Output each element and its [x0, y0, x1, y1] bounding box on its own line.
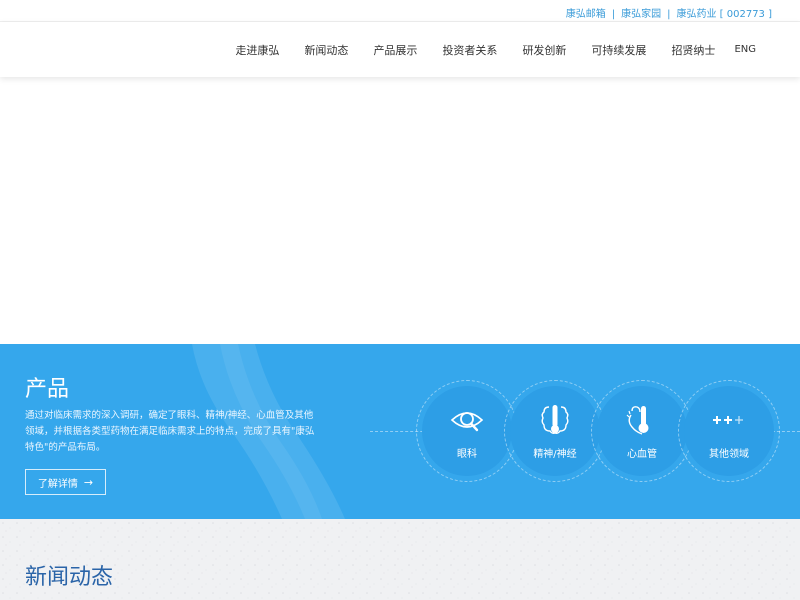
category-circle: 其他领域: [684, 386, 774, 476]
category-label: 精神/神经: [533, 448, 577, 460]
product-description: 通过对临床需求的深入调研，确定了眼科、精神/神经、心血管及其他领域，并根据各类型…: [25, 410, 315, 453]
top-links: 康弘邮箱 | 康弘家园 | 康弘药业 [ 002773 ]: [566, 5, 772, 20]
nav-item-investors[interactable]: 投资者关系: [442, 42, 497, 58]
news-title: 新闻动态: [25, 565, 114, 590]
nav-item-research[interactable]: 研发创新: [522, 42, 566, 58]
stock-link[interactable]: 康弘药业 [ 002773 ]: [676, 9, 772, 20]
nav-item-sustainability[interactable]: 可持续发展: [591, 42, 646, 58]
language-switch[interactable]: ENG: [734, 44, 756, 55]
heart-thermometer-icon: [625, 403, 659, 437]
nav-item-products[interactable]: 产品展示: [373, 42, 417, 58]
product-section: 产品 通过对临床需求的深入调研，确定了眼科、精神/神经、心血管及其他领域，并根据…: [0, 344, 800, 519]
main-navbar: 走进康弘 新闻动态 产品展示 投资者关系 研发创新 可持续发展 招贤纳士 ENG: [0, 22, 800, 77]
product-title: 产品: [25, 377, 70, 402]
plus-plus-icon: [712, 403, 746, 437]
nav-item-news[interactable]: 新闻动态: [304, 42, 348, 58]
category-ophthalmology[interactable]: 眼科: [416, 380, 518, 482]
learn-more-label: 了解详情: [37, 478, 78, 490]
category-label: 眼科: [457, 448, 477, 460]
category-other[interactable]: 其他领域: [678, 380, 780, 482]
home-community-link[interactable]: 康弘家园: [621, 9, 661, 20]
eye-search-icon: [450, 403, 484, 437]
hero-banner: [0, 77, 800, 344]
nav-item-about[interactable]: 走进康弘: [235, 42, 279, 58]
texture-background: [0, 519, 800, 600]
category-circle: 眼科: [422, 386, 512, 476]
category-label: 心血管: [627, 448, 657, 460]
main-nav: 走进康弘 新闻动态 产品展示 投资者关系 研发创新 可持续发展 招贤纳士 ENG: [210, 22, 756, 77]
news-section: 新闻动态: [0, 519, 800, 600]
learn-more-button[interactable]: 了解详情 →: [25, 469, 106, 495]
separator: |: [667, 9, 671, 20]
nav-item-careers[interactable]: 招贤纳士: [671, 42, 715, 58]
mail-link[interactable]: 康弘邮箱: [566, 9, 606, 20]
category-label: 其他领域: [709, 448, 749, 460]
top-utility-bar: 康弘邮箱 | 康弘家园 | 康弘药业 [ 002773 ]: [0, 0, 800, 22]
category-circle: 精神/神经: [510, 386, 600, 476]
brain-thermometer-icon: [538, 403, 572, 437]
category-circle: 心血管: [597, 386, 687, 476]
arrow-right-icon: →: [83, 475, 94, 489]
separator: |: [611, 9, 616, 20]
